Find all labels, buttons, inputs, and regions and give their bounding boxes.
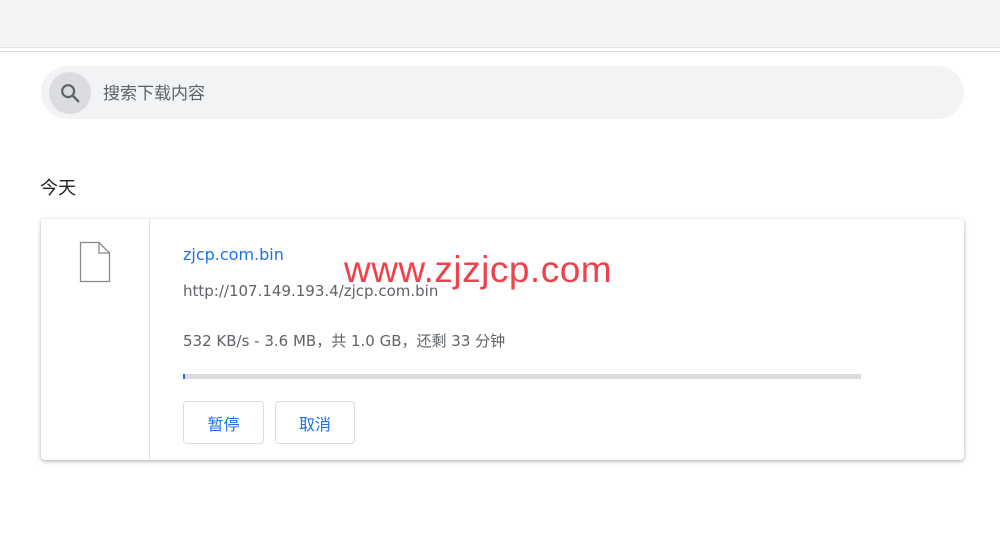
file-name-link[interactable]: zjcp.com.bin: [183, 245, 284, 264]
watermark-text: www.zjzjcp.com: [344, 249, 613, 290]
top-divider: [0, 51, 1000, 52]
browser-top-bar: [0, 0, 1000, 48]
search-icon[interactable]: [49, 72, 91, 114]
download-status-text: 532 KB/s - 3.6 MB，共 1.0 GB，还剩 33 分钟: [183, 332, 506, 350]
download-item-icon-column: [41, 219, 150, 460]
download-progress-fill: [183, 374, 186, 379]
pause-button[interactable]: 暂停: [183, 401, 264, 444]
cancel-button[interactable]: 取消: [275, 401, 355, 444]
search-input[interactable]: [101, 79, 945, 109]
search-icon-glyph: [61, 84, 80, 103]
search-bar[interactable]: [41, 66, 964, 119]
download-progress-bar: [183, 374, 861, 379]
file-icon: [79, 241, 111, 283]
section-title-today: 今天: [40, 178, 76, 199]
